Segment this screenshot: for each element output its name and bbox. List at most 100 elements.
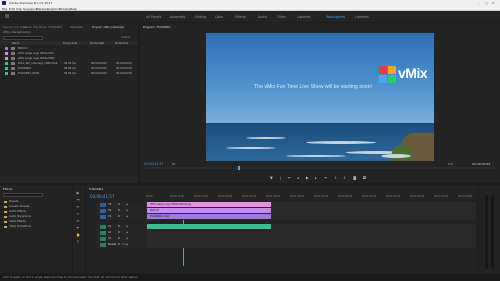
mark-in-icon[interactable]: ▼ <box>270 176 273 180</box>
tab-metadata[interactable]: Metadata <box>70 25 83 29</box>
project-item[interactable]: vMix Large Logo White SHV <box>3 51 137 56</box>
track-header[interactable]: V1 ◘ ◉ <box>96 214 144 220</box>
master-volume-value[interactable]: 0.0 <box>122 243 126 246</box>
track-target-toggle[interactable] <box>100 209 106 213</box>
play-icon[interactable]: ▶ <box>306 176 309 180</box>
workspace-color[interactable]: Color <box>215 15 223 19</box>
column-media-end[interactable]: Media End <box>115 42 128 45</box>
maximize-icon[interactable]: □ <box>485 1 488 5</box>
effects-folder[interactable]: Audio Effects <box>4 210 64 215</box>
menu-clip[interactable]: Clip <box>16 7 22 11</box>
track-eye-icon[interactable]: ◉ <box>126 225 128 228</box>
mark-out-icon[interactable]: | <box>280 176 281 180</box>
effects-folder[interactable]: Video Effects <box>4 220 64 225</box>
timeline-tab[interactable]: FUSION01 <box>89 187 103 191</box>
playhead-marker[interactable] <box>238 166 240 170</box>
menu-edit[interactable]: Edit <box>9 7 15 11</box>
workspace-titles[interactable]: Titles <box>277 15 286 19</box>
go-to-out-icon[interactable]: ⇥ <box>324 176 327 180</box>
track-header[interactable]: A2 ◘ ◉ <box>96 230 144 236</box>
column-name[interactable]: Name <box>12 42 19 45</box>
label-color-swatch[interactable] <box>5 51 8 55</box>
workspace-libraries[interactable]: Libraries <box>297 15 311 19</box>
track-target-toggle[interactable] <box>100 237 106 241</box>
minimize-icon[interactable]: – <box>478 1 480 5</box>
workspace-editing[interactable]: Editing <box>195 15 206 19</box>
track-lock-icon[interactable]: ◘ <box>118 243 120 246</box>
track-lock-icon[interactable]: ◘ <box>118 231 120 234</box>
label-color-swatch[interactable] <box>5 71 8 75</box>
label-color-swatch[interactable] <box>5 46 8 50</box>
effects-search-input[interactable] <box>3 193 43 197</box>
track-lane[interactable] <box>146 242 476 248</box>
step-forward-icon[interactable]: ▸ <box>315 176 317 180</box>
program-title[interactable]: Program: FUSION01 <box>143 25 171 29</box>
project-item[interactable]: vMix Large Logo White MOV <box>3 56 137 61</box>
tab-audio-mixer[interactable]: Audio Clip Mixer: FUSION01 <box>24 25 63 29</box>
project-item[interactable]: Bottom <box>3 46 137 51</box>
type-icon[interactable]: T <box>76 240 80 244</box>
pen-icon[interactable]: ✒ <box>76 226 80 230</box>
program-timecode[interactable]: 00;00;41;57 <box>144 162 163 166</box>
track-eye-icon[interactable]: ◉ <box>126 237 128 240</box>
tab-project[interactable]: Project: vMix_Intercept <box>92 25 124 29</box>
track-lock-icon[interactable]: ◘ <box>118 225 120 228</box>
track-eye-icon[interactable]: ◉ <box>126 231 128 234</box>
label-color-swatch[interactable] <box>5 61 8 65</box>
effects-folder[interactable]: Presets <box>4 200 64 205</box>
label-color-swatch[interactable] <box>5 66 8 70</box>
selection-tool-icon[interactable]: ▶ <box>76 191 80 195</box>
track-header[interactable]: V3 ◘ ◉ <box>96 202 144 208</box>
ripple-edit-icon[interactable]: ↔ <box>76 205 80 209</box>
track-header[interactable]: Master ◘ ◉ <box>96 242 144 248</box>
home-icon[interactable] <box>5 14 9 18</box>
step-back-icon[interactable]: ◂ <box>297 176 299 180</box>
track-header[interactable]: A3 ◘ ◉ <box>96 236 144 242</box>
track-header[interactable]: A1 ◘ ◉ <box>96 224 144 230</box>
timeline-clip[interactable] <box>147 224 271 230</box>
menu-help[interactable]: Help <box>70 7 77 11</box>
track-lock-icon[interactable]: ◘ <box>118 237 120 240</box>
quality-select[interactable]: Full <box>448 162 453 166</box>
track-eye-icon[interactable]: ◉ <box>126 215 128 218</box>
camera-icon[interactable]: ◘ <box>363 176 366 180</box>
effects-folder[interactable]: Video Transitions <box>4 225 64 230</box>
workspace-effects[interactable]: Effects <box>235 15 246 19</box>
track-target-toggle[interactable] <box>100 203 106 207</box>
hand-icon[interactable]: ✋ <box>76 233 80 237</box>
track-lock-icon[interactable]: ◘ <box>118 209 120 212</box>
close-icon[interactable]: ✕ <box>492 1 495 5</box>
track-target-toggle[interactable] <box>100 231 106 235</box>
lift-icon[interactable]: ⇪ <box>334 176 337 180</box>
menu-file[interactable]: File <box>2 7 7 11</box>
project-item[interactable]: FULL_INT_Intercept_1080.mp4 59.94 fps 00;0… <box>3 61 137 66</box>
label-color-swatch[interactable] <box>5 56 8 60</box>
track-target-toggle[interactable] <box>100 215 106 219</box>
track-lock-icon[interactable]: ◘ <box>118 215 120 218</box>
track-target-toggle[interactable] <box>100 243 106 247</box>
project-search-input[interactable] <box>3 35 43 40</box>
workspace-workspaces[interactable]: Workspaces <box>326 15 345 19</box>
workspace-all-panels[interactable]: All Panels <box>146 15 161 19</box>
project-item[interactable]: FUSION01_HD01 59.94 fps 00;00;00;00 00;00;0… <box>3 71 137 76</box>
fit-select[interactable]: Fit <box>172 162 176 166</box>
track-eye-icon[interactable]: ◉ <box>126 209 128 212</box>
column-media-start[interactable]: Media Start <box>90 42 104 45</box>
effects-folder[interactable]: Audio Transitions <box>4 215 64 220</box>
export-frame-icon[interactable]: ◙ <box>353 176 356 180</box>
timeline-ruler[interactable]: 00;00 00;00;16;00 00;00;32;00 00;00;48;00 00… <box>146 195 476 201</box>
slip-icon[interactable]: ⇔ <box>76 219 80 223</box>
timeline-timecode[interactable]: 00;00;41;57 <box>90 194 114 199</box>
track-lock-icon[interactable]: ◘ <box>118 203 120 206</box>
workspace-libraries-2[interactable]: Libraries <box>355 15 369 19</box>
track-eye-icon[interactable]: ◉ <box>126 243 128 246</box>
project-item[interactable]: FUSION01 59.94 fps 00;00;00;00 00;00;09;58 <box>3 66 137 71</box>
column-frame-rate[interactable]: Frame Rate <box>63 42 77 45</box>
tab-effects[interactable]: Effects <box>3 187 13 191</box>
track-select-icon[interactable]: ⇥ <box>76 198 80 202</box>
workspace-audio[interactable]: Audio <box>258 15 267 19</box>
timeline-clip[interactable]: FUSION01.mp4 <box>147 214 271 220</box>
playhead-scrubber[interactable] <box>144 166 496 170</box>
effects-folder[interactable]: Lumetri Presets <box>4 205 64 210</box>
timeline-clip[interactable]: vMix Large Logo White Blooming <box>147 202 271 208</box>
